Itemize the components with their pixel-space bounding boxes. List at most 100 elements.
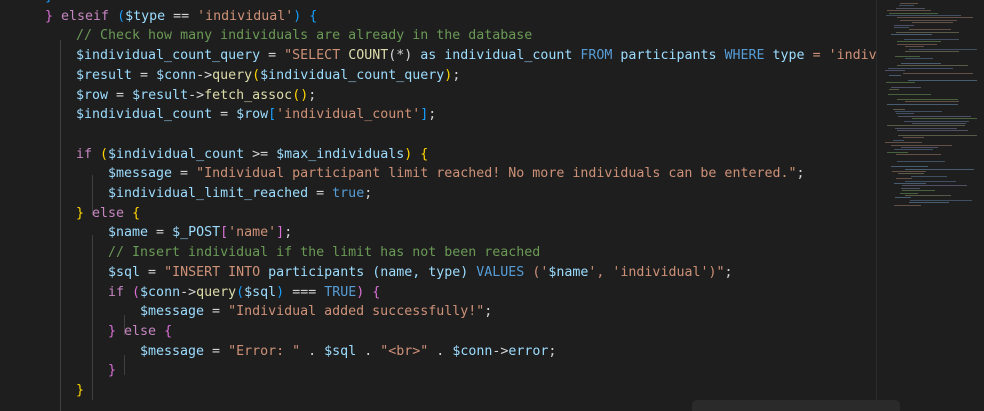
code-token: if [76, 146, 93, 162]
code-line[interactable]: $message = "Individual added successfull… [140, 302, 492, 322]
code-token: $conn [156, 67, 197, 83]
minimap-line [895, 111, 942, 112]
code-token: $max_individuals [276, 146, 405, 162]
code-token: "Individual participant limit reached! N… [196, 166, 797, 182]
code-token: { [420, 146, 429, 162]
code-token: WHERE [724, 48, 765, 64]
minimap-line [893, 139, 904, 141]
code-token: "SELECT [284, 48, 349, 64]
code-line[interactable]: $individual_count_query = "SELECT COUNT(… [76, 46, 876, 66]
code-token: COUNT [348, 48, 389, 64]
minimap-line [896, 113, 914, 115]
code-line[interactable]: } [108, 361, 116, 381]
code-token: TRUE [324, 284, 357, 300]
minimap-line [909, 202, 949, 204]
code-token: } [108, 323, 125, 339]
code-line[interactable]: $row = $result->fetch_assoc(); [76, 86, 316, 106]
minimap-line [900, 3, 918, 4]
minimap-line [897, 65, 968, 67]
code-line[interactable]: $individual_limit_reached = true; [108, 184, 372, 204]
code-token: . [300, 343, 325, 359]
code-token: ; [484, 304, 493, 320]
code-token: elseif [61, 8, 110, 24]
code-line[interactable]: if ($individual_count >= $max_individual… [76, 145, 428, 165]
minimap-line [905, 180, 956, 182]
minimap-line [889, 75, 901, 76]
code-token: $individual_limit_reached [108, 186, 309, 201]
code-area[interactable]: } } elseif ($type == 'individual') {// Ch… [0, 0, 876, 411]
code-line[interactable]: // Check how many individuals are alread… [76, 26, 532, 46]
code-line[interactable]: } elseif ($type == 'individual') { [45, 7, 317, 27]
code-token: ( [132, 284, 141, 300]
code-token: $sql [324, 343, 357, 359]
code-line[interactable]: $name = $_POST['name']; [108, 223, 292, 243]
code-token: [ [268, 107, 277, 123]
code-editor[interactable]: } } elseif ($type == 'individual') {// Ch… [0, 0, 984, 411]
minimap-line [892, 171, 926, 172]
minimap-line [909, 29, 951, 31]
code-line[interactable]: $message = "Error: " . $sql . "<br>" . $… [140, 342, 556, 362]
code-token: () [292, 87, 309, 103]
code-line[interactable]: // Insert individual if the limit has no… [108, 243, 540, 263]
code-token: VALUES [476, 264, 525, 280]
code-line[interactable]: } else { [76, 204, 140, 224]
minimap-line [896, 154, 941, 156]
code-token: ', 'individual')" [588, 264, 725, 280]
minimap-line [901, 187, 920, 189]
minimap-line [905, 46, 924, 48]
minimap[interactable] [876, 0, 984, 411]
code-token: fetch_assoc [204, 87, 293, 103]
code-token: (*) [388, 48, 413, 64]
minimap-line [894, 24, 914, 26]
minimap-line [905, 101, 959, 103]
minimap-line [899, 5, 914, 7]
code-line[interactable]: $individual_count = $row['individual_cou… [76, 105, 436, 125]
code-token: "Error: " [228, 343, 301, 359]
minimap-line [897, 17, 973, 19]
code-token: ; [548, 343, 557, 359]
code-token: } [76, 383, 85, 398]
code-token: type [764, 48, 813, 64]
code-token: else [92, 205, 125, 221]
code-token: ( [100, 146, 109, 162]
code-line[interactable]: } else { [108, 322, 172, 342]
code-token: = [204, 304, 229, 320]
code-line[interactable]: $sql = "INSERT INTO participants (name, … [108, 263, 733, 283]
minimap-line [905, 168, 974, 170]
code-token: = [308, 186, 333, 201]
code-token: $result [76, 67, 133, 83]
code-token: } [108, 363, 117, 379]
code-token: as individual_count [412, 48, 581, 64]
code-token: $type [125, 8, 166, 24]
minimap-line [904, 39, 959, 40]
code-token: participants [612, 48, 725, 64]
code-token: "Individual added successfully!" [228, 304, 485, 320]
minimap-line [894, 204, 921, 206]
minimap-line [894, 183, 926, 184]
code-token: $row [236, 107, 269, 123]
minimap-line [900, 192, 918, 194]
code-token: 'individual_count' [276, 107, 421, 123]
minimap-line [895, 127, 957, 129]
code-token: error [508, 343, 549, 359]
code-token: ) [293, 8, 310, 24]
indent-guide [124, 355, 125, 375]
code-line[interactable]: } [76, 381, 84, 401]
code-token: $result [132, 87, 189, 103]
code-token: = [132, 67, 157, 83]
code-line[interactable]: $message = "Individual participant limit… [108, 164, 805, 184]
horizontal-scrollbar[interactable] [692, 400, 900, 411]
code-token: $individual_count [108, 146, 245, 162]
code-token: "INSERT INTO [164, 264, 269, 280]
code-token: = [172, 166, 197, 182]
code-line[interactable]: $result = $conn->query($individual_count… [76, 66, 460, 86]
code-token: // Insert individual if the limit has no… [108, 245, 541, 261]
code-line[interactable]: if ($conn->query($sql) === TRUE) { [108, 283, 380, 303]
code-token: ; [364, 186, 373, 201]
code-token: -> [188, 87, 205, 103]
minimap-line [905, 51, 959, 52]
code-token: participants (name, type) [268, 264, 477, 280]
code-token: = [260, 48, 285, 64]
